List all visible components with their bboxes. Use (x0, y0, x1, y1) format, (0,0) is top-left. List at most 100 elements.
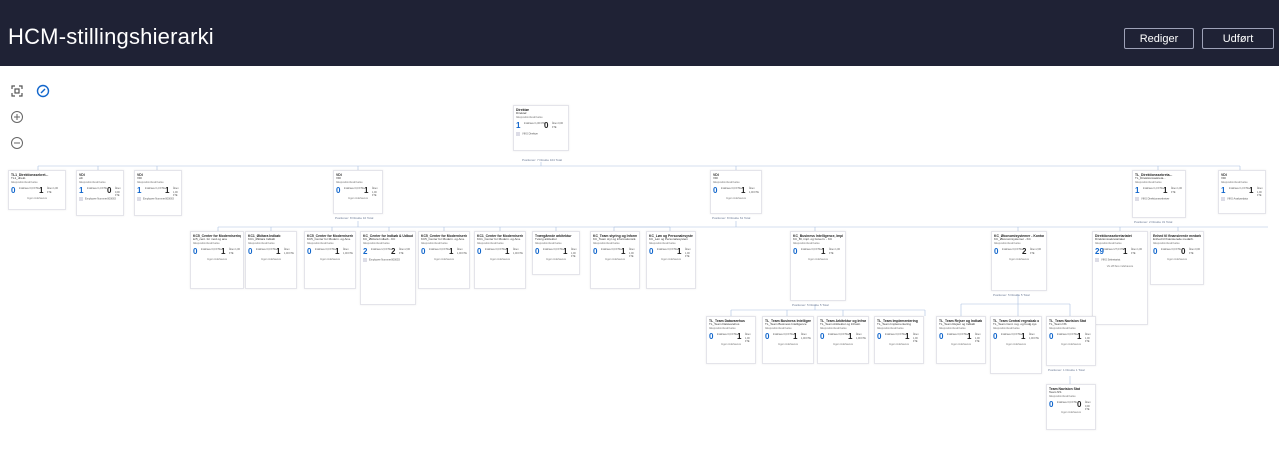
page-title: HCM-stillingshierarki (8, 24, 214, 49)
holders-link[interactable]: Ingen indehavere (939, 343, 983, 346)
open-count: 1 (221, 247, 226, 257)
position-card[interactable]: TL_Team Rejser og Indkøb TL_Team Rejser o… (936, 316, 986, 364)
holders-link[interactable]: Ingen indehavere (193, 258, 241, 261)
position-card[interactable]: KC5_Center for Modernisering og AnalyseK… (418, 231, 470, 289)
holders-link[interactable]: Ingen indehavere (993, 343, 1039, 346)
holders-link[interactable]: Ingen indehavere (1049, 343, 1093, 346)
employee-entry[interactable]: Employee Nummer000063 (137, 197, 179, 201)
card-description: Ikkepositionbeskrivelse (1153, 242, 1180, 245)
holders-link[interactable]: Ingen indehavere (994, 258, 1044, 261)
holder-count: 2 (363, 247, 368, 257)
position-card[interactable]: TL_Team Business Intelligence TL_Team Bus… (762, 316, 814, 364)
holders-link[interactable]: Vis 28 flere indehavere (1095, 265, 1145, 268)
position-card[interactable]: Tværgående arkitektur Tværg arkitektur Ikk… (532, 231, 580, 275)
position-card[interactable]: VDI VDI Ikkepositionbeskrivelse 0 Indehaver … (333, 170, 383, 214)
holders-link[interactable]: Ingen indehavere (535, 258, 577, 261)
position-card[interactable]: TL_Team Navision Stat TL_Team NS Ikkeposit… (1046, 316, 1096, 366)
card-description: Ikkepositionbeskrivelse (877, 327, 904, 330)
position-card[interactable]: VDI VDI Ikkepositionbeskrivelse 1 Indehaver … (1218, 170, 1266, 214)
positions-summary[interactable]: Positioner: 5 Direkte 5 Total (993, 293, 1030, 297)
position-card[interactable]: KC_Business Intelligence, Implementering… (790, 231, 846, 301)
center-target-icon (36, 84, 50, 98)
holders-link[interactable]: Ingen indehavere (421, 258, 467, 261)
edit-button[interactable]: Rediger (1124, 28, 1194, 49)
holder-count: 0 (1049, 332, 1054, 342)
position-card[interactable]: KC1_Center for Modernisering og AnalyseK… (474, 231, 526, 289)
position-card[interactable]: KC_Team styring og Informationssikkerhed… (590, 231, 640, 289)
holder-count: 0 (994, 247, 999, 257)
position-card[interactable]: TL_Team Arkitektur og InfrastrukturTL_Te… (817, 316, 869, 364)
position-card[interactable]: TL1_Direktionssekret... TL1_direkt. Ikkepo… (8, 170, 66, 210)
position-card[interactable]: VDI vdi Ikkepositionbeskrivelse 1 Indehaver … (76, 170, 124, 216)
open-count: 0 (107, 186, 112, 196)
holders-link[interactable]: Ingen indehavere (11, 197, 63, 200)
position-card[interactable]: KC5_Center for Modernisering og AnalyseK… (304, 231, 356, 289)
positions-summary[interactable]: Positioner: 2 Direkte 31 Total (1134, 220, 1172, 224)
holders-link[interactable]: Ingen indehavere (877, 343, 921, 346)
position-card[interactable]: Direktionssekretariatet Direktionssekreta… (1092, 231, 1148, 325)
holder-count: 0 (1153, 247, 1158, 257)
open-label: Åben 0,00 FTE (552, 122, 563, 129)
open-count: 1 (505, 247, 510, 257)
zoom-in-button[interactable] (10, 110, 24, 124)
position-card[interactable]: TL_Team Central regnskab og budgetsystem… (990, 316, 1042, 374)
position-card[interactable]: KC5_Center for Modernisering og Analysek… (190, 231, 244, 289)
position-card[interactable]: TL_Direktionssekreta... TL_Direktionssekr… (1132, 170, 1186, 218)
holders-link[interactable]: Ingen indehavere (477, 258, 523, 261)
card-stats: 0 Indehaver 0,0 FTE 1 Åben 1,00 FTE (649, 247, 693, 257)
holders-link[interactable]: Ingen indehavere (307, 258, 353, 261)
position-card[interactable]: KC_Løn og Personalesystem KC_Løn og Perso… (646, 231, 696, 289)
position-card[interactable]: KC_Økonomisystemer - KontorchefenKC_Økon… (991, 231, 1047, 291)
employee-entry[interactable]: VIKS Direktør (516, 132, 566, 136)
open-count: 1 (1249, 186, 1254, 196)
positions-summary[interactable]: Positioner: 5 Direkte 5 Total (792, 303, 829, 307)
positions-summary[interactable]: Positioner: 1 Direkte 1 Total (1048, 368, 1085, 372)
holders-link[interactable]: Ingen indehavere (336, 197, 380, 200)
position-card[interactable]: TL_Team Implementering TL_Team Implemente… (874, 316, 924, 364)
holder-count: 0 (820, 332, 825, 342)
open-count: 1 (737, 332, 742, 342)
position-card[interactable]: TL_Team Datavarehus TL_Team Datavarehus Ik… (706, 316, 756, 364)
position-card-root[interactable]: Direktør Direktør Ikkepositionbeskrivels… (513, 105, 569, 151)
open-label: Åben 2,00 FTE (1030, 248, 1041, 255)
position-card[interactable]: Team Navision Stat Team NS Ikkepositionbes… (1046, 384, 1096, 430)
done-button[interactable]: Udført (1202, 28, 1274, 49)
zoom-out-button[interactable] (10, 136, 24, 150)
holders-link[interactable]: Ingen indehavere (248, 258, 294, 261)
card-stats: 0 Indehaver 0,0 FTE 1 Åben 1,00 FTE (477, 247, 523, 256)
holders-link[interactable]: Ingen indehavere (649, 258, 693, 261)
card-stats: 0 Indehaver 0,0 FTE 1 Åben 1,00 FTE (535, 247, 577, 257)
employee-entry[interactable]: VIKS Direktionssekretær (1135, 197, 1183, 201)
open-label: Åben 1,00 FTE (457, 248, 467, 255)
employee-entry[interactable]: Employee Nummer000053 (363, 258, 413, 262)
employee-entry[interactable]: Employee Nummer000063 (79, 197, 121, 201)
position-card[interactable]: Enhed til finansierede medarbejdereEnhed… (1150, 231, 1204, 285)
position-card[interactable]: KC1_Økitara Indkøb KC1_Økitara Indkøb Ikke… (245, 231, 297, 289)
positions-summary[interactable]: Positioner: 8 Direkte 10 Total (335, 216, 373, 220)
positions-summary[interactable]: Positioner: 7 Direkte 104 Total (522, 158, 562, 162)
positions-summary[interactable]: Positioner: 8 Direkte 61 Total (712, 216, 750, 220)
fit-to-screen-button[interactable] (10, 84, 24, 98)
holders-link[interactable]: Ingen indehavere (713, 197, 759, 200)
position-card[interactable]: VDI VDI Ikkepositionbeskrivelse 1 Indehaver … (134, 170, 182, 216)
holders-link[interactable]: Ingen indehavere (709, 343, 753, 346)
holder-count: 0 (477, 247, 482, 257)
position-card[interactable]: VDI VDI Ikkepositionbeskrivelse 0 Indehaver … (710, 170, 762, 214)
holders-link[interactable]: Ingen indehavere (1153, 258, 1201, 261)
hierarchy-canvas[interactable]: Direktør Direktør Ikkepositionbeskrivels… (0, 66, 1279, 455)
open-label: Åben 0,00 FTE (1085, 401, 1091, 411)
holders-link[interactable]: Ingen indehavere (820, 343, 866, 346)
card-stats: 0 Indehaver 0,0 FTE 1 Åben 1,00 FTE (709, 332, 753, 342)
holders-link[interactable]: Ingen indehavere (765, 343, 811, 346)
holders-link[interactable]: Ingen indehavere (593, 258, 637, 261)
employee-entry[interactable]: VIKS Sekretariat (1095, 258, 1145, 262)
holder-label: Indehaver 0,0 FTE (601, 248, 621, 252)
card-description: Ikkepositionbeskrivelse (79, 181, 106, 184)
holders-link[interactable]: Ingen indehavere (793, 258, 843, 261)
center-target-button[interactable] (36, 84, 50, 98)
holder-count: 0 (307, 247, 312, 257)
employee-entry[interactable]: VIKS Analysedata (1221, 197, 1263, 201)
open-count: 1 (793, 332, 798, 342)
position-card[interactable]: KC_Center for Indkøb & Udbud_Økitara Ind… (360, 231, 416, 305)
holders-link[interactable]: Ingen indehavere (1049, 411, 1093, 414)
